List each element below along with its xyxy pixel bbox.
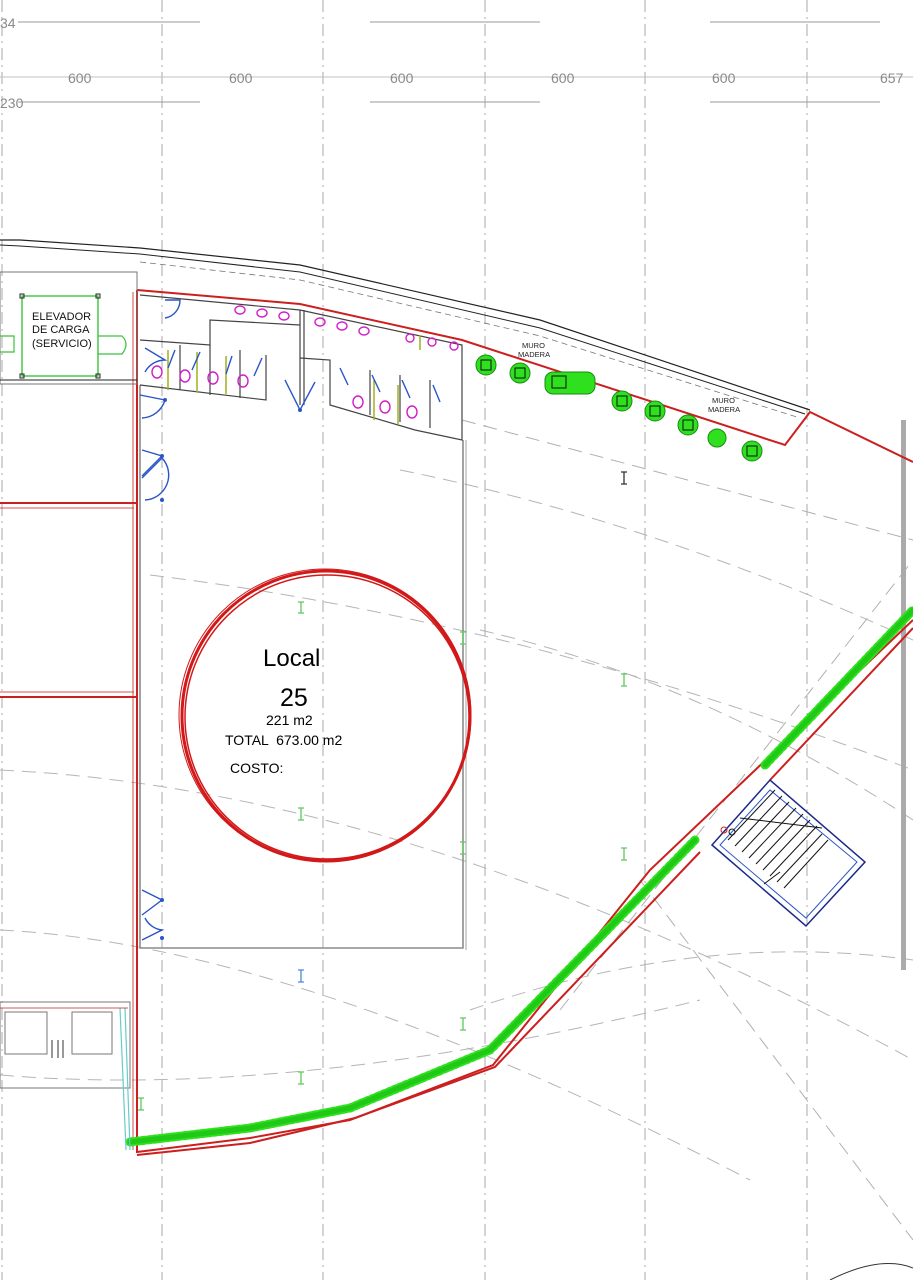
local-total: TOTAL 673.00 m2: [225, 732, 342, 748]
wall-label-2b: MADERA: [708, 405, 740, 414]
elevator-label-3: (SERVICIO): [32, 338, 92, 350]
hedge-outline: [136, 627, 913, 1156]
wall-label-1b: MADERA: [518, 350, 550, 359]
dimension-bay-1: 600: [68, 70, 92, 86]
diagonal-guides: [461, 419, 913, 1241]
wall-label-2a: MURO: [712, 396, 735, 405]
dimension-top-left-a: 34: [0, 15, 16, 31]
dimension-lines: [0, 21, 913, 103]
dimension-bay-6: 657: [880, 70, 904, 86]
corner-arc: [829, 1263, 913, 1280]
local-area: 221 m2: [266, 712, 313, 728]
outline-inner: [0, 292, 134, 1150]
local-cost: COSTO:: [230, 760, 283, 776]
highlight-circle: [178, 568, 472, 863]
roof-boundary: [0, 239, 811, 419]
dimension-bay-3: 600: [390, 70, 414, 86]
light-markers: [138, 471, 627, 1111]
local-name: Local: [263, 645, 320, 672]
stall-partitions: [167, 335, 421, 424]
dimension-bay-4: 600: [551, 70, 575, 86]
dimension-top-left-b: 230: [0, 95, 24, 111]
elevator-label-2: DE CARGA: [32, 324, 90, 336]
local-number: 25: [280, 684, 308, 712]
floor-plan-drawing: 34 230 600 600 600 600 600 657 ELEVADOR …: [0, 0, 913, 1280]
dimension-bay-2: 600: [229, 70, 253, 86]
dimension-bay-5: 600: [712, 70, 736, 86]
bottom-left-rooms: [0, 1001, 131, 1151]
elevator-label-1: ELEVADOR: [32, 311, 91, 323]
edge-bar: [901, 420, 906, 970]
wall-label-1a: MURO: [522, 341, 545, 350]
stair: [710, 778, 867, 928]
